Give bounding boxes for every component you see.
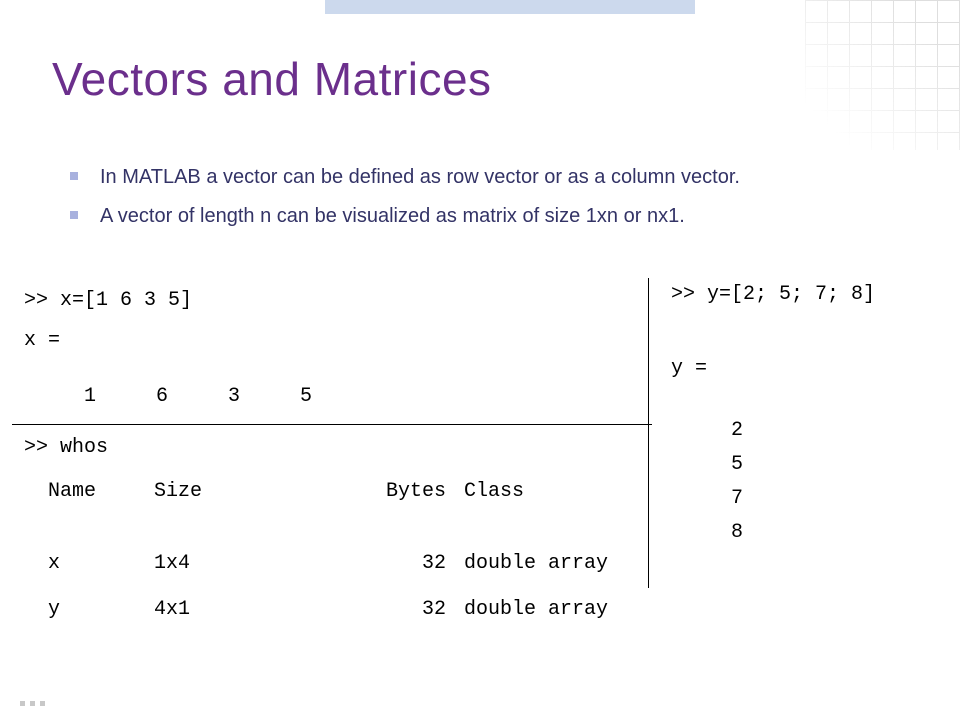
bullet-text: A vector of length n can be visualized a…: [100, 205, 685, 227]
cell-size: 1x4: [154, 541, 354, 587]
slide-title: Vectors and Matrices: [52, 52, 492, 106]
table-row: x 1x4 32 double array: [24, 541, 640, 587]
decorative-top-band: [325, 0, 695, 14]
matlab-command-line: >> whos: [12, 425, 652, 465]
matlab-output-value: 2: [671, 414, 948, 448]
matlab-output-value: 8: [671, 516, 948, 550]
matlab-command-line: >> y=[2; 5; 7; 8]: [671, 278, 948, 312]
matlab-left-column: >> x=[1 6 3 5] x = 1 6 3 5 >> whos Name: [12, 278, 652, 633]
matlab-right-column: >> y=[2; 5; 7; 8] y = 2 5 7 8: [648, 278, 948, 588]
table-row: y 4x1 32 double array: [24, 587, 640, 633]
cell-class: double array: [464, 541, 640, 587]
square-bullet-icon: [70, 172, 78, 180]
bullet-list: In MATLAB a vector can be defined as row…: [70, 163, 880, 241]
whos-col-bytes: Bytes: [354, 469, 464, 515]
matlab-output-value: 5: [671, 448, 948, 482]
whos-header-row: Name Size Bytes Class: [24, 469, 640, 515]
matlab-command-line: >> x=[1 6 3 5]: [12, 278, 652, 318]
cell-bytes: 32: [354, 541, 464, 587]
slide-root: Vectors and Matrices In MATLAB a vector …: [0, 0, 960, 720]
cell-class: double array: [464, 587, 640, 633]
cell-bytes: 32: [354, 587, 464, 633]
matlab-output-value: 7: [671, 482, 948, 516]
whos-col-class: Class: [464, 469, 640, 515]
bullet-text: In MATLAB a vector can be defined as row…: [100, 166, 740, 188]
matlab-output-varname: y =: [671, 352, 948, 386]
bullet-item: A vector of length n can be visualized a…: [70, 202, 880, 231]
decorative-footer-dots: [20, 701, 45, 706]
whos-col-size: Size: [154, 469, 354, 515]
whos-col-name: Name: [24, 469, 154, 515]
matlab-output-varname: x =: [12, 318, 652, 358]
decorative-grid-corner: [805, 0, 960, 150]
cell-size: 4x1: [154, 587, 354, 633]
bullet-item: In MATLAB a vector can be defined as row…: [70, 163, 880, 192]
matlab-output-row: 1 6 3 5: [12, 358, 652, 414]
cell-name: y: [24, 587, 154, 633]
cell-name: x: [24, 541, 154, 587]
square-bullet-icon: [70, 211, 78, 219]
whos-table: Name Size Bytes Class x 1x4 32 double ar…: [12, 465, 652, 633]
